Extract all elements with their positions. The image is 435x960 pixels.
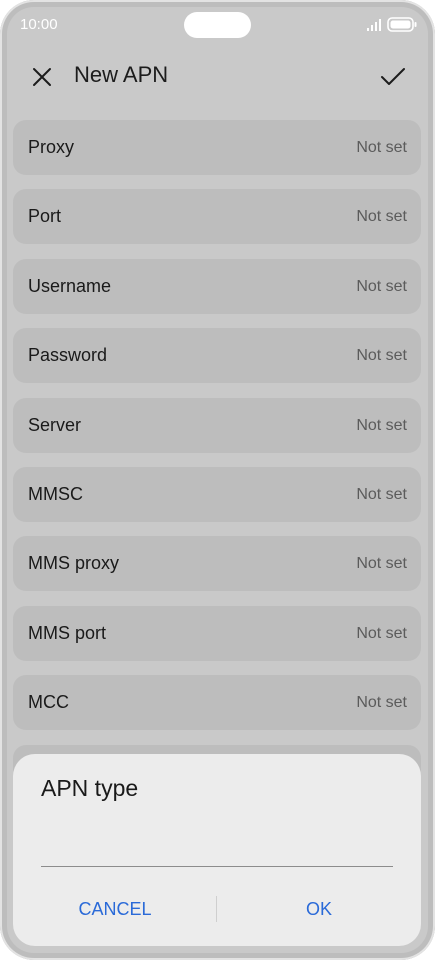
setting-row-mcc[interactable]: MCC Not set [13,675,421,731]
setting-value: Not set [356,347,407,365]
setting-value: Not set [356,139,407,156]
setting-label: Proxy [28,137,75,157]
status-time: 10:00 [20,16,58,33]
setting-label: Port [28,206,62,227]
setting-row-password[interactable]: Password Not set [13,328,421,384]
check-icon[interactable] [380,65,406,89]
battery-icon [387,17,417,32]
app-bar: New APN [0,50,435,108]
camera-cutout [184,12,251,38]
apn-settings-list: Proxy Not set Port Not set Username Not … [13,120,421,814]
setting-value: Not set [356,485,407,503]
page-title: New APN [74,62,169,87]
phone-screen: 10:00 New APN Proxy Not set Port Not set… [0,0,435,960]
ok-button[interactable]: OK [217,889,421,929]
apn-type-dialog: APN type CANCEL OK [13,754,421,946]
setting-row-mms-port[interactable]: MMS port Not set [13,605,421,661]
apn-type-input[interactable] [41,838,393,867]
setting-label: Username [28,275,112,296]
dialog-title: APN type [41,775,139,801]
setting-label: Password [28,345,108,366]
cancel-button[interactable]: CANCEL [13,889,217,929]
setting-value: Not set [356,208,407,226]
setting-row-username[interactable]: Username Not set [13,258,421,314]
signal-icon [367,19,381,31]
setting-label: MCC [28,692,69,713]
setting-value: Not set [356,624,407,642]
setting-row-proxy[interactable]: Proxy Not set [13,120,421,175]
setting-row-port[interactable]: Port Not set [13,189,421,245]
setting-label: Server [28,414,82,435]
setting-row-server[interactable]: Server Not set [13,397,421,453]
setting-value: Not set [356,555,407,573]
setting-row-mmsc[interactable]: MMSC Not set [13,466,421,522]
setting-value: Not set [356,694,407,712]
close-icon[interactable] [30,65,54,89]
setting-row-mms-proxy[interactable]: MMS proxy Not set [13,536,421,592]
setting-label: MMS port [28,622,107,643]
setting-label: MMS proxy [28,553,120,574]
status-bar: 10:00 [0,0,435,50]
setting-value: Not set [356,277,407,295]
setting-value: Not set [356,416,407,434]
setting-label: MMSC [28,483,83,504]
dialog-button-bar: CANCEL OK [13,889,421,929]
